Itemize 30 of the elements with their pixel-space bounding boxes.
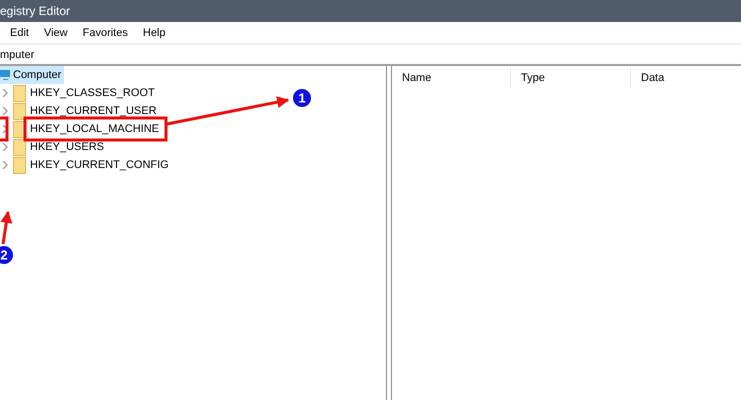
tree-item[interactable]: HKEY_CLASSES_ROOT: [30, 84, 155, 102]
monitor-icon: [0, 69, 10, 81]
highlight-frame: [0, 116, 8, 142]
folder-icon: [13, 156, 26, 174]
annotation-arrow: [0, 210, 12, 244]
window-title: egistry Editor: [0, 4, 70, 18]
tree-item[interactable]: HKEY_LOCAL_MACHINE: [30, 120, 159, 138]
tree-item[interactable]: HKEY_CURRENT_USER: [30, 102, 157, 120]
folder-icon: [13, 84, 26, 102]
chevron-icon[interactable]: [2, 89, 8, 97]
folder-icon: [13, 138, 26, 156]
chevron-icon[interactable]: [2, 143, 8, 151]
chevron-icon[interactable]: [2, 125, 8, 133]
column-header[interactable]: Name: [392, 68, 511, 88]
number-badge: 2: [0, 244, 15, 266]
chevron-icon[interactable]: [2, 107, 8, 115]
tree-item[interactable]: HKEY_CURRENT_CONFIG: [30, 156, 169, 174]
address-text: mputer: [0, 48, 34, 60]
menu-item[interactable]: Edit: [10, 26, 29, 38]
number-badge: 1: [291, 87, 313, 109]
tree-item[interactable]: HKEY_USERS: [30, 138, 104, 156]
folder-icon: [13, 102, 26, 120]
address-bar[interactable]: mputer: [0, 43, 741, 66]
chevron-icon[interactable]: [2, 161, 8, 169]
tree-item[interactable]: Computer: [0, 66, 64, 84]
menu-item[interactable]: Help: [142, 26, 166, 38]
menu-item[interactable]: View: [44, 26, 68, 38]
menu-item[interactable]: Favorites: [82, 26, 128, 38]
column-header[interactable]: Type: [511, 68, 631, 88]
column-header[interactable]: Data: [631, 68, 741, 88]
